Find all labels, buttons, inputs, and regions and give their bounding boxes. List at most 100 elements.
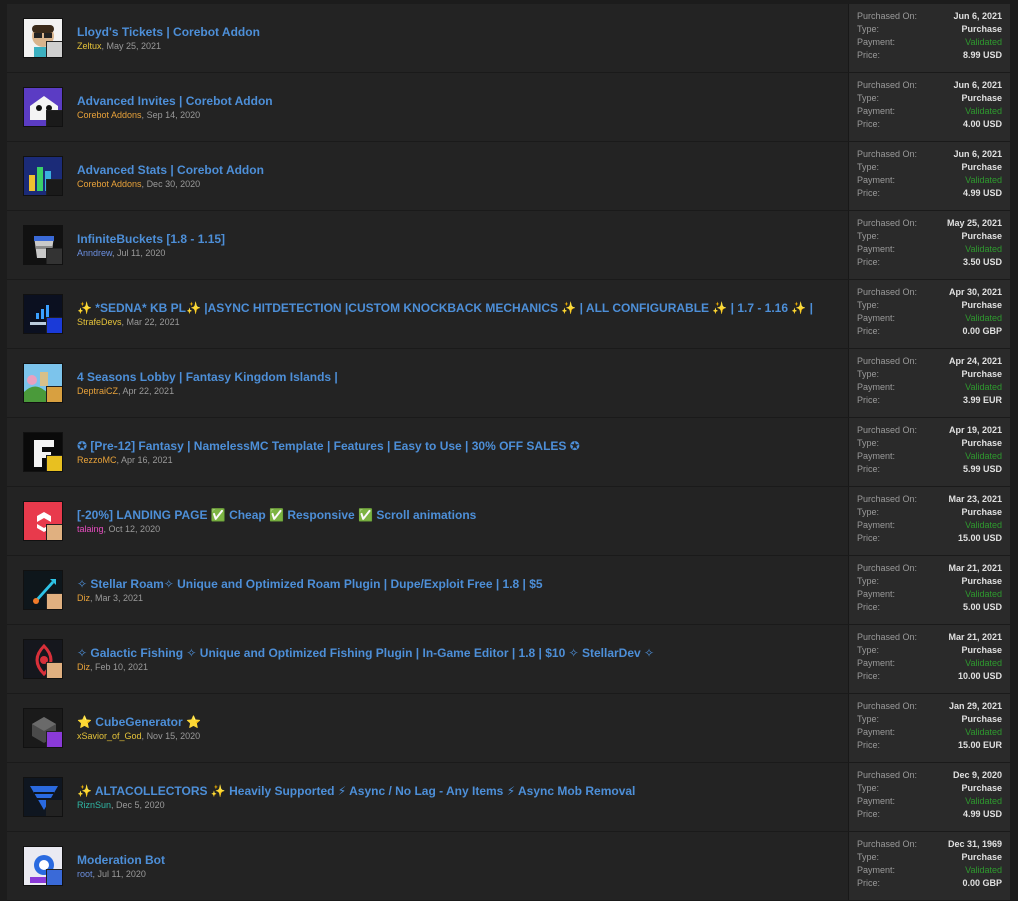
resource-title-link[interactable]: ✧ Stellar Roam✧ Unique and Optimized Roa… — [77, 577, 543, 592]
type-value: Purchase — [961, 714, 1002, 724]
purchase-row: [-20%] LANDING PAGE ✅ Cheap ✅ Responsive… — [7, 487, 1010, 556]
type-value: Purchase — [961, 783, 1002, 793]
purchase-details: Purchased On: May 25, 2021 Type: Purchase … — [849, 211, 1010, 279]
purchased-on-value: Apr 19, 2021 — [948, 425, 1002, 435]
author-link[interactable]: root — [77, 869, 93, 879]
price-value: 8.99 USD — [962, 50, 1002, 60]
payment-status: Validated — [965, 865, 1002, 875]
resource-title-link[interactable]: Advanced Stats | Corebot Addon — [77, 163, 264, 178]
author-link[interactable]: Corebot Addons — [77, 110, 142, 120]
author-avatar[interactable] — [46, 800, 62, 816]
purchase-row: ✧ Galactic Fishing ✧ Unique and Optimize… — [7, 625, 1010, 694]
author-link[interactable]: DeptraiCZ — [77, 386, 118, 396]
resource-title-link[interactable]: ✧ Galactic Fishing ✧ Unique and Optimize… — [77, 646, 654, 661]
price-value: 4.99 USD — [962, 188, 1002, 198]
purchase-row: ✨ ALTACOLLECTORS ✨ Heavily Supported ⚡ A… — [7, 763, 1010, 832]
author-avatar[interactable] — [46, 731, 62, 747]
resource-title-link[interactable]: ✪ [Pre-12] Fantasy | NamelessMC Template… — [77, 439, 580, 454]
rocket-icon[interactable] — [23, 570, 63, 610]
author-link[interactable]: RezzoMC — [77, 455, 117, 465]
author-link[interactable]: Diz — [77, 662, 90, 672]
resource-info: [-20%] LANDING PAGE ✅ Cheap ✅ Responsive… — [7, 487, 849, 555]
payment-status: Validated — [965, 796, 1002, 806]
type-value: Purchase — [961, 438, 1002, 448]
lloyds-tickets-icon[interactable] — [23, 18, 63, 58]
resource-title-link[interactable]: InfiniteBuckets [1.8 - 1.15] — [77, 232, 225, 247]
advanced-stats-icon[interactable] — [23, 156, 63, 196]
author-link[interactable]: RiznSun — [77, 800, 111, 810]
author-avatar[interactable] — [46, 455, 62, 471]
release-date: Apr 16, 2021 — [121, 454, 173, 465]
purchased-on-value: Dec 31, 1969 — [947, 839, 1002, 849]
author-avatar[interactable] — [46, 110, 62, 126]
release-date: Nov 15, 2020 — [146, 730, 201, 741]
purchase-details: Purchased On: Jun 6, 2021 Type: Purchase P… — [849, 4, 1010, 72]
type-value: Purchase — [961, 300, 1002, 310]
resource-info: 4 Seasons Lobby | Fantasy Kingdom Island… — [7, 349, 849, 417]
author-link[interactable]: Zeltux — [77, 41, 102, 51]
purchase-details: Purchased On: Apr 24, 2021 Type: Purchase … — [849, 349, 1010, 417]
price-value: 15.00 EUR — [957, 740, 1002, 750]
purchased-on-value: Jun 6, 2021 — [953, 149, 1002, 159]
cube-generator-icon[interactable] — [23, 708, 63, 748]
sedna-icon[interactable] — [23, 294, 63, 334]
author-avatar[interactable] — [46, 41, 62, 57]
price-value: 3.50 USD — [962, 257, 1002, 267]
author-avatar[interactable] — [46, 386, 62, 402]
landing-page-icon[interactable] — [23, 501, 63, 541]
purchase-row: InfiniteBuckets [1.8 - 1.15] Anndrew, Ju… — [7, 211, 1010, 280]
author-avatar[interactable] — [46, 662, 62, 678]
author-avatar[interactable] — [46, 317, 62, 333]
bucket-icon[interactable] — [23, 225, 63, 265]
author-link[interactable]: talaing — [77, 524, 104, 534]
resource-info: ✧ Stellar Roam✧ Unique and Optimized Roa… — [7, 556, 849, 624]
resource-info: Advanced Stats | Corebot Addon Corebot A… — [7, 142, 849, 210]
author-avatar[interactable] — [46, 869, 62, 885]
price-value: 15.00 USD — [957, 533, 1002, 543]
author-avatar[interactable] — [46, 524, 62, 540]
release-date: Jul 11, 2020 — [97, 868, 146, 879]
release-date: Dec 30, 2020 — [146, 178, 201, 189]
purchased-on-value: Dec 9, 2020 — [952, 770, 1002, 780]
resource-title-link[interactable]: Moderation Bot — [77, 853, 165, 868]
author-link[interactable]: StrafeDevs — [77, 317, 122, 327]
resource-title-link[interactable]: Advanced Invites | Corebot Addon — [77, 94, 273, 109]
author-avatar[interactable] — [46, 593, 62, 609]
resource-title-link[interactable]: ⭐ CubeGenerator ⭐ — [77, 715, 201, 730]
purchased-on-value: Jun 6, 2021 — [953, 11, 1002, 21]
resource-info: Moderation Bot root, Jul 11, 2020 — [7, 832, 849, 900]
resource-title-link[interactable]: ✨ ALTACOLLECTORS ✨ Heavily Supported ⚡ A… — [77, 784, 635, 799]
price-value: 3.99 EUR — [962, 395, 1002, 405]
purchased-on-value: Jun 6, 2021 — [953, 80, 1002, 90]
author-link[interactable]: Diz — [77, 593, 90, 603]
type-value: Purchase — [961, 645, 1002, 655]
purchase-row: ✧ Stellar Roam✧ Unique and Optimized Roa… — [7, 556, 1010, 625]
author-link[interactable]: Corebot Addons — [77, 179, 142, 189]
release-date: Sep 14, 2020 — [146, 109, 201, 120]
resource-title-link[interactable]: Lloyd's Tickets | Corebot Addon — [77, 25, 260, 40]
fishing-icon[interactable] — [23, 639, 63, 679]
purchases-list: Lloyd's Tickets | Corebot Addon Zeltux, … — [7, 4, 1010, 901]
price-value: 0.00 GBP — [962, 326, 1002, 336]
price-value: 4.00 USD — [962, 119, 1002, 129]
fantasy-f-icon[interactable] — [23, 432, 63, 472]
price-value: 5.00 USD — [962, 602, 1002, 612]
resource-title-link[interactable]: 4 Seasons Lobby | Fantasy Kingdom Island… — [77, 370, 338, 385]
advanced-invites-icon[interactable] — [23, 87, 63, 127]
resource-title-link[interactable]: [-20%] LANDING PAGE ✅ Cheap ✅ Responsive… — [77, 508, 476, 523]
author-avatar[interactable] — [46, 248, 62, 264]
purchase-row: ✨ *SEDNA* KB PL✨ |ASYNC HITDETECTION |CU… — [7, 280, 1010, 349]
resource-info: ✨ *SEDNA* KB PL✨ |ASYNC HITDETECTION |CU… — [7, 280, 849, 348]
purchased-on-value: Mar 21, 2021 — [948, 563, 1002, 573]
purchase-details: Purchased On: Mar 21, 2021 Type: Purchase … — [849, 556, 1010, 624]
type-value: Purchase — [961, 576, 1002, 586]
author-avatar[interactable] — [46, 179, 62, 195]
author-link[interactable]: xSavior_of_God — [77, 731, 142, 741]
author-link[interactable]: Anndrew — [77, 248, 112, 258]
moderation-bot-icon[interactable] — [23, 846, 63, 886]
funnel-icon[interactable] — [23, 777, 63, 817]
price-value: 4.99 USD — [962, 809, 1002, 819]
type-value: Purchase — [961, 93, 1002, 103]
resource-title-link[interactable]: ✨ *SEDNA* KB PL✨ |ASYNC HITDETECTION |CU… — [77, 301, 813, 316]
seasons-lobby-icon[interactable] — [23, 363, 63, 403]
